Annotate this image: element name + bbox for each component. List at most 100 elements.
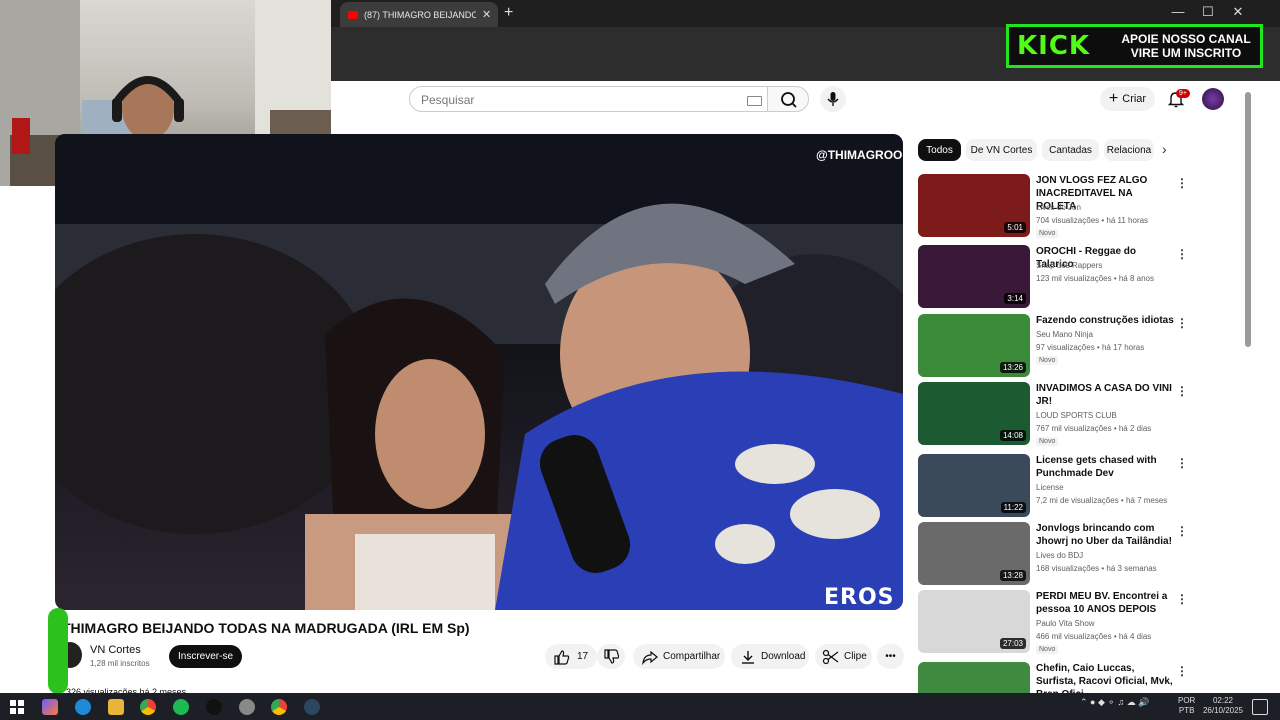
edge-icon[interactable]	[75, 699, 91, 715]
page-scrollbar[interactable]	[1245, 92, 1251, 347]
more-dots-icon: •••	[885, 651, 896, 662]
obs-icon[interactable]	[239, 699, 255, 715]
close-window-button[interactable]: ✕	[1223, 4, 1253, 20]
plus-icon: +	[1108, 90, 1119, 107]
input-language[interactable]: POR PTB	[1178, 696, 1195, 716]
new-tab-button[interactable]: +	[504, 4, 513, 22]
more-vert-icon[interactable]: ⋮	[1176, 456, 1188, 470]
file-explorer-icon[interactable]	[108, 699, 124, 715]
recommendation-title[interactable]: Chefin, Caio Luccas, Surfista, Racovi Of…	[1036, 662, 1174, 693]
more-actions-button[interactable]: •••	[877, 644, 904, 669]
more-vert-icon[interactable]: ⋮	[1176, 524, 1188, 538]
recommendation-title[interactable]: Jonvlogs brincando com Jhowrj no Uber da…	[1036, 522, 1174, 548]
microphone-icon	[827, 92, 839, 106]
chip-related[interactable]: Relaciona	[1104, 139, 1154, 161]
subscribe-button[interactable]: Inscrever-se	[169, 645, 242, 668]
dislike-button[interactable]	[597, 644, 625, 669]
more-vert-icon[interactable]: ⋮	[1176, 316, 1188, 330]
recommendation-title[interactable]: License gets chased with Punchmade Dev	[1036, 454, 1174, 480]
create-button[interactable]: + Criar	[1100, 87, 1155, 111]
taskbar-clock[interactable]: 02:22 26/10/2025	[1200, 696, 1246, 716]
search-button[interactable]	[767, 86, 809, 112]
video-thumbnail[interactable]: 27:03	[918, 590, 1030, 653]
tab-close-icon[interactable]: ✕	[482, 8, 491, 21]
more-vert-icon[interactable]: ⋮	[1176, 176, 1188, 190]
video-player[interactable]	[55, 134, 903, 610]
recommendation-channel[interactable]: LOUD SPORTS CLUB	[1036, 411, 1117, 420]
recommendation-meta: 97 visualizações • há 17 horas	[1036, 343, 1145, 352]
video-channel-watermark: @THIMAGROO	[816, 148, 903, 162]
duration-badge: 13:28	[999, 570, 1026, 581]
share-label: Compartilhar	[663, 651, 721, 662]
steam-icon[interactable]	[304, 699, 320, 715]
download-button[interactable]: Download	[731, 644, 809, 669]
video-title: THIMAGRO BEIJANDO TODAS NA MADRUGADA (IR…	[62, 620, 470, 636]
recommendation-channel[interactable]: Seu Mano Ninja	[1036, 330, 1093, 339]
spotify-icon[interactable]	[173, 699, 189, 715]
browser-tab[interactable]: (87) THIMAGRO BEIJANDO TOD ✕	[340, 2, 498, 27]
clock-time: 02:22	[1212, 696, 1234, 705]
recommendation-channel[interactable]: Lives do Jon	[1036, 203, 1081, 212]
more-vert-icon[interactable]: ⋮	[1176, 664, 1188, 678]
like-button[interactable]: 17	[545, 644, 597, 669]
video-thumbnail[interactable]: 13:26	[918, 314, 1030, 377]
duration-badge: 27:03	[999, 638, 1026, 649]
chip-cantadas[interactable]: Cantadas	[1042, 139, 1099, 161]
voice-search-button[interactable]	[820, 86, 846, 112]
system-tray-icons[interactable]: ⌃ ● ◆ ⚬ ♫ ☁ 🔊	[1080, 697, 1149, 708]
github-icon[interactable]	[206, 699, 222, 715]
keyboard-layout: PTB	[1178, 706, 1195, 715]
clip-button[interactable]: Clipe	[815, 644, 872, 669]
video-frame-image	[55, 134, 903, 610]
like-count: 17	[577, 651, 589, 662]
recommendation-item[interactable]: 13:26 Fazendo construções idiotas Seu Ma…	[918, 314, 1188, 378]
recommendation-channel[interactable]: Lives do BDJ	[1036, 551, 1083, 560]
video-thumbnail[interactable]: 14:08	[918, 382, 1030, 445]
duration-badge: 5:01	[1004, 222, 1026, 233]
recommendation-title[interactable]: PERDI MEU BV. Encontrei a pessoa 10 ANOS…	[1036, 590, 1174, 616]
video-thumbnail[interactable]: 13:28	[918, 522, 1030, 585]
chevron-right-icon[interactable]: ›	[1162, 141, 1167, 157]
recommendation-item[interactable]: 13:28 Jonvlogs brincando com Jhowrj no U…	[918, 522, 1188, 586]
chip-all[interactable]: Todos	[918, 139, 961, 161]
recommendation-item[interactable]: 3:14 OROCHI - Reggae do Talarico Snap do…	[918, 245, 1188, 309]
video-thumbnail[interactable]: 5:01	[918, 174, 1030, 237]
scissors-icon	[822, 649, 839, 664]
create-label: Criar	[1122, 93, 1147, 105]
more-vert-icon[interactable]: ⋮	[1176, 592, 1188, 606]
chrome-icon[interactable]	[140, 699, 156, 715]
recommendation-title[interactable]: INVADIMOS A CASA DO VINI JR!	[1036, 382, 1174, 408]
recommendation-title[interactable]: Fazendo construções idiotas	[1036, 314, 1174, 327]
windows-start-icon[interactable]	[9, 699, 25, 715]
chrome-active-icon[interactable]	[271, 699, 287, 715]
channel-name[interactable]: VN Cortes	[90, 644, 141, 656]
recommendation-channel[interactable]: Snap dos Rappers	[1036, 261, 1102, 270]
thumbs-down-icon	[604, 648, 619, 664]
share-button[interactable]: Compartilhar	[633, 644, 725, 669]
search-input[interactable]: Pesquisar	[409, 86, 768, 112]
kick-side-logo	[48, 608, 68, 694]
recommendation-item[interactable]: 11:22 License gets chased with Punchmade…	[918, 454, 1188, 518]
keyboard-icon[interactable]	[747, 96, 762, 106]
thumbs-up-icon	[554, 649, 570, 665]
recommendation-item[interactable]: 5:01 JON VLOGS FEZ ALGO INACREDITAVEL NA…	[918, 174, 1188, 238]
copilot-icon[interactable]	[42, 699, 58, 715]
more-vert-icon[interactable]: ⋮	[1176, 247, 1188, 261]
more-vert-icon[interactable]: ⋮	[1176, 384, 1188, 398]
recommendation-item[interactable]: 14:08 INVADIMOS A CASA DO VINI JR! LOUD …	[918, 382, 1188, 446]
video-thumbnail[interactable]: 11:22	[918, 454, 1030, 517]
recommendation-item[interactable]: Chefin, Caio Luccas, Surfista, Racovi Of…	[918, 662, 1188, 693]
video-thumbnail[interactable]: 3:14	[918, 245, 1030, 308]
account-avatar[interactable]	[1202, 88, 1224, 110]
minimize-button[interactable]: —	[1163, 4, 1193, 19]
kick-support-banner[interactable]: KICK APOIE NOSSO CANAL VIRE UM INSCRITO	[1006, 24, 1263, 68]
notification-center-icon[interactable]	[1252, 699, 1268, 715]
recommendation-channel[interactable]: License	[1036, 483, 1064, 492]
recommendation-meta: 704 visualizações • há 11 horas	[1036, 216, 1149, 225]
maximize-button[interactable]: ☐	[1193, 4, 1223, 20]
kick-logo: KICK	[1017, 31, 1091, 61]
video-thumbnail[interactable]	[918, 662, 1030, 693]
recommendation-item[interactable]: 27:03 PERDI MEU BV. Encontrei a pessoa 1…	[918, 590, 1188, 654]
recommendation-channel[interactable]: Paulo Vita Show	[1036, 619, 1095, 628]
chip-from-channel[interactable]: De VN Cortes	[966, 139, 1037, 161]
